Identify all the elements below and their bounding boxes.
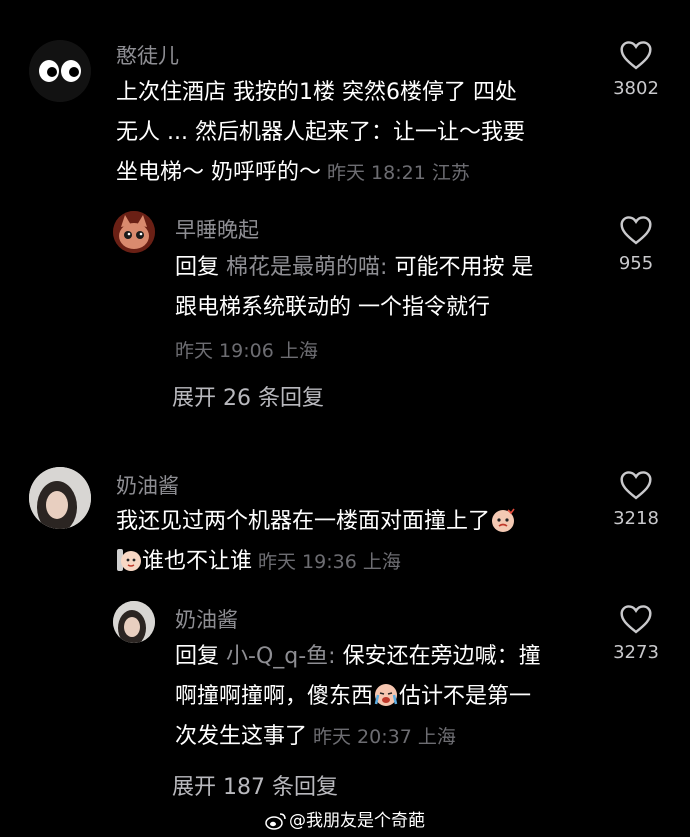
comment-line-text: 我还见过两个机器在一楼面对面撞上了 <box>116 509 491 534</box>
reply-line-text: 可能不用按 是 <box>394 255 534 280</box>
reply-meta: 昨天 19:06 上海 <box>175 340 318 362</box>
comment-line-text: 谁也不让谁 <box>142 549 253 574</box>
comment-line: 谁也不让谁 昨天 19:36 上海 <box>116 542 616 582</box>
reply-line-text: 保安还在旁边喊：撞 <box>342 644 541 669</box>
expand-replies-button[interactable]: 展开 187 条回复 <box>172 769 338 801</box>
reply-line-text: 啊撞啊撞啊，傻东西 <box>175 684 374 709</box>
flustered-face-emoji-icon <box>117 549 141 571</box>
comment-username[interactable]: 憨徒儿 <box>116 40 179 70</box>
like-count: 3273 <box>613 642 659 663</box>
girl-photo-avatar-icon <box>113 601 155 643</box>
comment-line: 上次住酒店 我按的1楼 突然6楼停了 四处 <box>116 80 517 105</box>
like-button[interactable]: 3802 <box>596 40 676 99</box>
like-count: 3802 <box>613 78 659 99</box>
comment-line: 我还见过两个机器在一楼面对面撞上了 <box>116 502 616 542</box>
googly-eyes-avatar-icon <box>29 40 91 102</box>
heart-icon <box>620 471 652 500</box>
comment-text: 我还见过两个机器在一楼面对面撞上了 谁也不让谁 昨天 19:36 上海 <box>116 502 616 582</box>
like-count: 955 <box>618 253 654 274</box>
heart-icon <box>620 605 652 634</box>
comment-username[interactable]: 奶油酱 <box>116 470 179 500</box>
watermark-text: @我朋友是个奇葩 <box>289 811 425 831</box>
comment-line: 无人 ... 然后机器人起来了：让一让～我要 <box>116 120 525 145</box>
reply-username[interactable]: 早睡晚起 <box>175 214 259 244</box>
comment-meta: 昨天 19:36 上海 <box>258 551 401 573</box>
reply-line: 啊撞啊撞啊，傻东西 估计不是第一 <box>175 677 605 717</box>
cat-avatar-icon <box>113 211 155 253</box>
reply-prefix: 回复 <box>175 255 220 280</box>
like-button[interactable]: 3218 <box>596 470 676 529</box>
reply-avatar[interactable] <box>113 601 155 643</box>
angry-face-emoji-icon <box>492 508 515 532</box>
heart-icon <box>620 41 652 70</box>
crying-face-emoji-icon <box>374 684 398 706</box>
reply-text: 回复 小-Q_q-鱼: 保安还在旁边喊：撞 啊撞啊撞啊，傻东西 估计不是第一 次发… <box>175 637 605 757</box>
reply-line: 回复 小-Q_q-鱼: 保安还在旁边喊：撞 <box>175 637 605 677</box>
comment-meta: 昨天 18:21 江苏 <box>327 162 470 184</box>
reply-line-text: 估计不是第一 <box>399 684 532 709</box>
reply-meta: 昨天 20:37 上海 <box>313 726 456 748</box>
reply-line-text: 次发生这事了 <box>175 724 308 749</box>
watermark: @我朋友是个奇葩 <box>0 806 690 831</box>
reply-avatar[interactable] <box>113 211 155 253</box>
reply-line: 跟电梯系统联动的 一个指令就行 <box>175 295 490 320</box>
like-count: 3218 <box>613 508 659 529</box>
reply-username[interactable]: 奶油酱 <box>175 604 238 634</box>
heart-icon <box>620 216 652 245</box>
expand-replies-button[interactable]: 展开 26 条回复 <box>172 380 324 412</box>
reply-to-user[interactable]: 小-Q_q-鱼: <box>226 644 336 669</box>
avatar[interactable] <box>29 467 91 529</box>
like-button[interactable]: 3273 <box>596 604 676 663</box>
comment-text: 上次住酒店 我按的1楼 突然6楼停了 四处 无人 ... 然后机器人起来了：让一… <box>116 73 606 193</box>
reply-prefix: 回复 <box>175 644 220 669</box>
reply-to-user[interactable]: 棉花是最萌的喵: <box>226 255 387 280</box>
comment-line: 坐电梯～ 奶呼呼的～ 昨天 18:21 江苏 <box>116 153 606 193</box>
like-button[interactable]: 955 <box>596 215 676 274</box>
reply-text: 回复 棉花是最萌的喵: 可能不用按 是 跟电梯系统联动的 一个指令就行 <box>175 248 605 328</box>
girl-photo-avatar-icon <box>29 467 91 529</box>
weibo-logo-icon <box>265 813 286 830</box>
avatar[interactable] <box>29 40 91 102</box>
reply-line: 回复 棉花是最萌的喵: 可能不用按 是 <box>175 248 605 288</box>
comment-line-text: 坐电梯～ 奶呼呼的～ <box>116 160 321 185</box>
reply-line: 次发生这事了 昨天 20:37 上海 <box>175 717 605 757</box>
